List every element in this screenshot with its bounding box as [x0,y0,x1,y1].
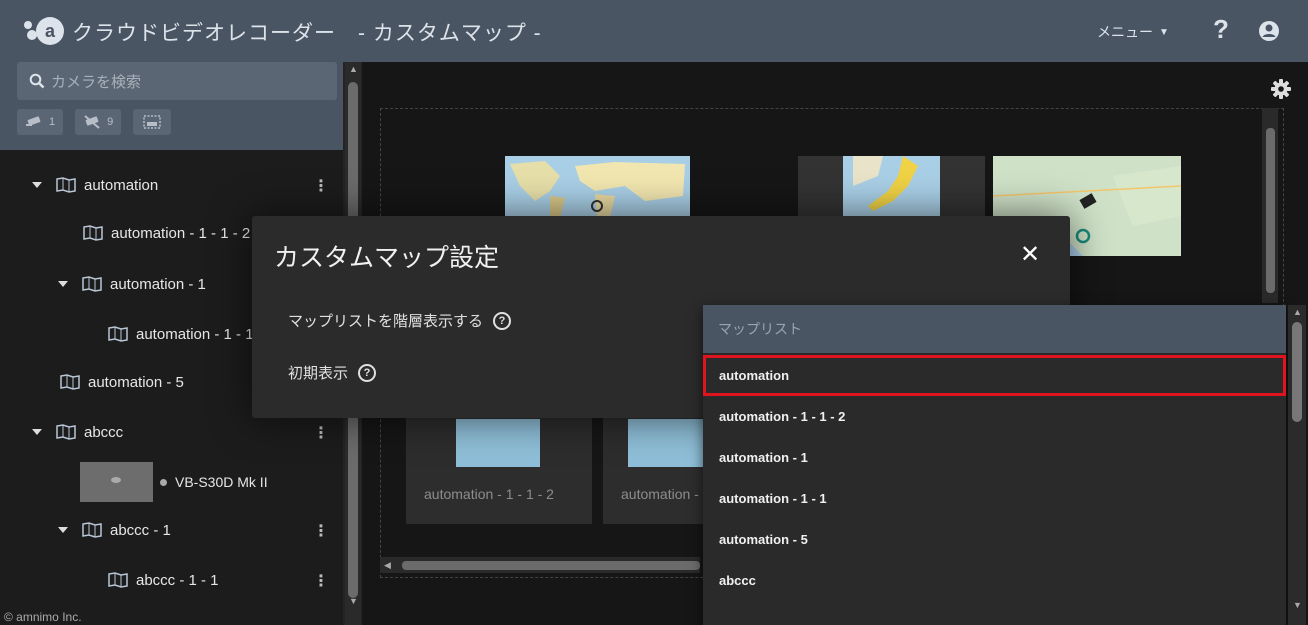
dropdown-scroll-thumb[interactable] [1292,322,1302,422]
search-placeholder: カメラを検索 [51,73,142,91]
tree-item-automation-5[interactable]: automation - 5 [60,364,184,400]
dialog-title: カスタムマップ設定 [274,244,500,272]
dropdown-option[interactable]: automation - 1 - 1 [703,478,1286,519]
map-icon [56,177,76,193]
expand-caret-icon[interactable] [58,527,68,533]
offline-count: 9 [107,116,114,128]
more-vert-icon[interactable]: ⋮ [313,571,329,591]
map-card[interactable]: automation - [603,403,703,524]
world-map-thumbnail[interactable] [505,156,690,218]
map-icon [108,326,128,342]
status-dot-icon [160,478,167,486]
sidebar-toolbar: カメラを検索 1 9 [0,62,343,150]
world-map-image [510,161,685,218]
tree-item-label: automation - 1 - 1 - 2 [111,224,251,242]
scroll-up-icon[interactable]: ▲ [349,64,358,74]
camera-icon [111,477,121,483]
help-icon[interactable]: ? [1213,14,1229,45]
japan-map-thumbnail[interactable] [798,156,985,218]
camera-online-icon [26,116,41,126]
map-card[interactable]: automation - 1 - 1 - 2 [406,403,592,524]
japan-map-image [853,156,918,211]
scroll-left-icon[interactable]: ◀ [384,560,391,571]
scroll-down-icon[interactable]: ▼ [349,596,358,606]
map-card-image [628,419,703,467]
tree-item-abccc-1[interactable]: abccc - 1 [58,512,171,548]
hierarchy-setting-row: マップリストを階層表示する ? [288,310,512,331]
gear-icon[interactable] [1270,78,1292,100]
search-icon [29,73,45,89]
tree-item-label: automation - 5 [88,373,184,391]
map-horizontal-scroll-thumb[interactable] [402,561,700,570]
tree-item-automation[interactable]: automation [32,167,158,203]
tree-item-label: automation - 1 - 1 [136,325,254,343]
dropdown-option-selected[interactable]: automation [703,355,1286,396]
expand-caret-icon[interactable] [32,182,42,188]
amnimo-logo: a [24,17,64,45]
tree-item-automation-1[interactable]: automation - 1 [58,266,206,302]
offline-camera-filter[interactable]: 9 [75,109,122,135]
scroll-up-icon[interactable]: ▲ [1293,307,1302,317]
tree-item-abccc[interactable]: abccc [32,414,123,450]
tree-item-camera[interactable]: VB-S30D Mk II [160,464,268,500]
map-card-image [456,419,540,467]
menu-label: メニュー [1097,24,1153,40]
initial-display-row: 初期表示 ? [288,362,377,383]
map-list-dropdown: マップリスト automation automation - 1 - 1 - 2… [703,305,1286,625]
dropdown-header: マップリスト [703,305,1286,353]
dropdown-option[interactable]: automation - 1 - 1 - 2 [703,396,1286,437]
map-icon [108,572,128,588]
user-account-icon[interactable] [1258,20,1280,42]
camera-offline-icon [84,115,100,129]
map-card-label: automation - 1 - 1 - 2 [424,486,554,502]
tree-item-label: abccc - 1 - 1 [136,571,219,589]
close-icon[interactable]: ✕ [1020,240,1040,269]
app-header: a クラウドビデオレコーダー - カスタムマップ - メニュー ▼ ? [0,0,1308,62]
hierarchy-setting-label: マップリストを階層表示する [288,313,484,330]
map-card-label: automation - [621,486,699,502]
more-vert-icon[interactable]: ⋮ [313,521,329,541]
camera-search-input[interactable]: カメラを検索 [17,62,337,100]
tree-item-automation-1-1[interactable]: automation - 1 - 1 [108,316,254,352]
dropdown-option[interactable]: automation - 1 [703,437,1286,478]
tree-item-label: abccc - 1 [110,521,171,539]
tree-item-label: abccc [84,423,124,441]
scroll-down-icon[interactable]: ▼ [1293,600,1302,610]
dropdown-option[interactable]: automation - 5 [703,519,1286,560]
online-camera-filter[interactable]: 1 [17,109,64,135]
tree-item-label: automation [84,176,159,194]
svg-text:a: a [45,21,56,41]
more-vert-icon[interactable]: ⋮ [313,423,329,443]
tree-item-abccc-1-1[interactable]: abccc - 1 - 1 [108,562,219,598]
expand-caret-icon[interactable] [32,429,42,435]
copyright: © amnimo Inc. [4,610,82,624]
map-icon [82,276,102,292]
menu-dropdown[interactable]: メニュー ▼ [1097,22,1169,42]
camera-thumbnail[interactable] [80,462,153,502]
image-frame-icon [143,115,161,129]
help-circle-icon[interactable]: ? [493,311,512,330]
camera-name: VB-S30D Mk II [175,474,268,490]
filter-chips: 1 9 [17,109,172,135]
caret-down-icon: ▼ [1159,26,1169,38]
tree-item-automation-1-1-2[interactable]: automation - 1 - 1 - 2 [83,215,250,251]
map-icon [60,374,80,390]
online-count: 1 [49,116,56,128]
expand-caret-icon[interactable] [58,281,68,287]
more-vert-icon[interactable]: ⋮ [313,176,329,196]
help-circle-icon[interactable]: ? [358,363,377,382]
dropdown-option[interactable]: abccc [703,560,1286,601]
map-icon [56,424,76,440]
initial-display-label: 初期表示 [288,365,349,382]
map-icon [83,225,103,241]
map-vertical-scroll-thumb[interactable] [1266,128,1275,293]
app-title: クラウドビデオレコーダー - カスタムマップ - [72,22,542,45]
tree-item-label: automation - 1 [110,275,206,293]
map-view-filter[interactable] [133,109,172,135]
map-icon [82,522,102,538]
